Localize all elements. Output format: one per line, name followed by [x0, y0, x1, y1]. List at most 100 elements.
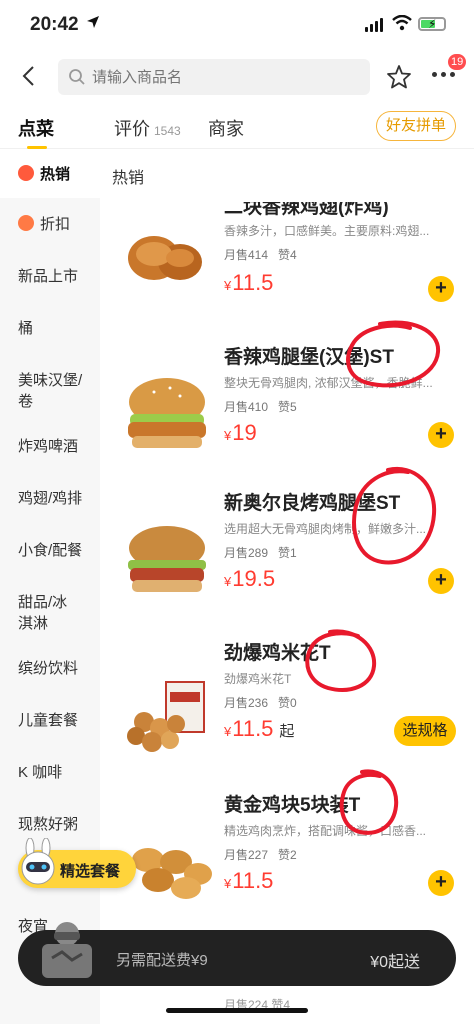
discount-icon: [18, 215, 34, 231]
product-stats: 月售410 赞5: [224, 398, 307, 415]
sidebar-item-new[interactable]: 新品上市: [0, 266, 100, 287]
product-stats: 月售414 赞4: [224, 246, 307, 263]
price-value: 11.5: [232, 270, 274, 295]
sidebar-item-label: 桶: [18, 320, 34, 337]
add-to-cart-button[interactable]: +: [428, 276, 454, 302]
likes-count: 赞4: [278, 248, 297, 262]
product-price: ¥11.5 起: [224, 716, 294, 742]
sidebar-item-label: 现熬好粥: [18, 816, 79, 833]
minimum-order: ¥0起送: [370, 954, 420, 971]
sidebar-item-label: 小食/配餐: [18, 542, 83, 559]
product-stats: 月售236 赞0: [224, 694, 307, 711]
price-value: 11.5: [232, 868, 274, 893]
sidebar-item-coffee[interactable]: K 咖啡: [0, 762, 100, 783]
likes-count: 赞0: [278, 696, 297, 710]
featured-combo-label: 精选套餐: [60, 863, 121, 880]
sidebar-item-hot[interactable]: 热销: [0, 150, 100, 198]
tab-order[interactable]: 点菜: [18, 115, 54, 141]
popcorn-chicken-image: [127, 681, 205, 752]
sidebar-item-desserts[interactable]: 甜品/冰淇淋: [0, 592, 70, 634]
product-stats: 月售227 赞2: [224, 846, 307, 863]
sidebar-item-kids[interactable]: 儿童套餐: [0, 710, 100, 731]
monthly-sales: 月售236: [224, 696, 269, 710]
product-price: ¥11.5: [224, 270, 273, 296]
tab-merchant[interactable]: 商家: [208, 115, 244, 141]
monthly-sales: 月售227: [224, 848, 269, 862]
battery-icon: ⚡: [418, 17, 446, 31]
sidebar-item-label: 鸡翅/鸡排: [18, 490, 83, 507]
product-list: 热销 二块香辣鸡翅(炸鸡) 香辣多汁，口感鲜美。主要原料:鸡翅... 月售414…: [100, 150, 474, 1024]
sidebar-item-porridge[interactable]: 现熬好粥: [0, 814, 100, 835]
cellular-signal-icon: [365, 18, 383, 32]
sidebar-item-label: 美味汉堡/卷: [18, 372, 83, 410]
sidebar-item-label: 缤纷饮料: [18, 660, 79, 677]
likes-count: 赞1: [278, 546, 297, 560]
sidebar-item-label: 炸鸡啤酒: [18, 438, 79, 455]
currency-symbol: ¥: [224, 724, 232, 739]
notification-badge: 19: [448, 54, 467, 70]
currency-symbol: ¥: [224, 574, 232, 589]
product-card[interactable]: 劲爆鸡米花T 劲爆鸡米花T 月售236 赞0 ¥11.5 起 选规格: [100, 638, 474, 788]
price-value: 19: [232, 420, 257, 445]
select-spec-button[interactable]: 选规格: [394, 716, 456, 746]
location-arrow-icon: [87, 16, 99, 28]
cart-bar[interactable]: 另需配送费¥9 ¥0起送: [18, 922, 456, 986]
search-bar[interactable]: [58, 59, 370, 95]
tab-reviews-label: 评价: [114, 119, 150, 139]
add-to-cart-button[interactable]: +: [428, 422, 454, 448]
back-arrow-icon[interactable]: [18, 64, 42, 88]
monthly-sales: 月售410: [224, 400, 269, 414]
currency-symbol: ¥: [224, 428, 232, 443]
search-input[interactable]: [92, 68, 352, 86]
active-tab-indicator: [27, 146, 47, 149]
reviews-count: 1543: [154, 124, 181, 138]
sidebar-item-label: 甜品/冰淇淋: [18, 594, 68, 632]
red-circle-annotation: [339, 769, 399, 835]
sidebar-item-wings[interactable]: 鸡翅/鸡排: [0, 488, 100, 509]
featured-combo-button[interactable]: 精选套餐: [18, 838, 136, 888]
sidebar-item-label: 儿童套餐: [18, 712, 79, 729]
sidebar-item-drinks[interactable]: 缤纷饮料: [0, 658, 100, 679]
product-price: ¥11.5: [224, 868, 273, 894]
sidebar-item-discount[interactable]: 折扣: [0, 214, 100, 235]
product-card[interactable]: 黄金鸡块5块装T 精选鸡肉烹炸，搭配调味酱，口感香... 月售227 赞2 ¥11…: [100, 790, 474, 940]
add-to-cart-button[interactable]: +: [428, 870, 454, 896]
category-sidebar: 热销 折扣 新品上市 桶 美味汉堡/卷 炸鸡啤酒 鸡翅/鸡排 小食/配餐 甜品/…: [0, 150, 100, 1024]
sidebar-item-bucket[interactable]: 桶: [0, 318, 100, 339]
price-value: 19.5: [232, 566, 276, 591]
home-indicator: [166, 1008, 308, 1013]
sidebar-item-label: 折扣: [40, 216, 71, 233]
chicken-wings-image: [128, 236, 202, 280]
sidebar-item-label: 热销: [40, 166, 71, 183]
product-stats: 月售289 赞1: [224, 544, 307, 561]
delivery-fee: 另需配送费¥9: [116, 952, 208, 969]
currency-symbol: ¥: [224, 876, 232, 891]
spicy-chicken-burger-image: [128, 378, 206, 448]
favorite-star-icon[interactable]: [386, 64, 412, 90]
product-description: 香辣多汁，口感鲜美。主要原料:鸡翅...: [224, 224, 430, 238]
monthly-sales: 月售289: [224, 546, 269, 560]
search-icon: [69, 69, 85, 85]
sidebar-item-label: K 咖啡: [18, 764, 63, 781]
more-options-icon[interactable]: [432, 72, 455, 77]
likes-count: 赞5: [278, 400, 297, 414]
cart-bag-icon[interactable]: [34, 914, 100, 980]
tab-bar: 点菜 评价 1543 商家 好友拼单: [0, 105, 474, 149]
group-order-button[interactable]: 好友拼单: [376, 111, 456, 141]
currency-symbol: ¥: [224, 278, 232, 293]
red-circle-annotation: [305, 629, 377, 692]
flame-icon: [18, 165, 34, 181]
product-price: ¥19: [224, 420, 257, 446]
status-time: 20:42: [30, 14, 79, 35]
sidebar-item-chicken-beer[interactable]: 炸鸡啤酒: [0, 436, 100, 457]
nav-bar: 19: [0, 52, 474, 100]
tab-order-label: 点菜: [18, 119, 54, 139]
status-bar: 20:42 ⚡: [0, 0, 474, 50]
sidebar-item-snacks[interactable]: 小食/配餐: [0, 540, 100, 561]
sidebar-item-burgers[interactable]: 美味汉堡/卷: [0, 370, 96, 412]
likes-count: 赞2: [278, 848, 297, 862]
price-suffix: 起: [279, 723, 295, 740]
red-circle-annotation: [346, 320, 441, 388]
tab-reviews[interactable]: 评价 1543: [114, 115, 181, 141]
red-circle-annotation: [352, 466, 437, 565]
